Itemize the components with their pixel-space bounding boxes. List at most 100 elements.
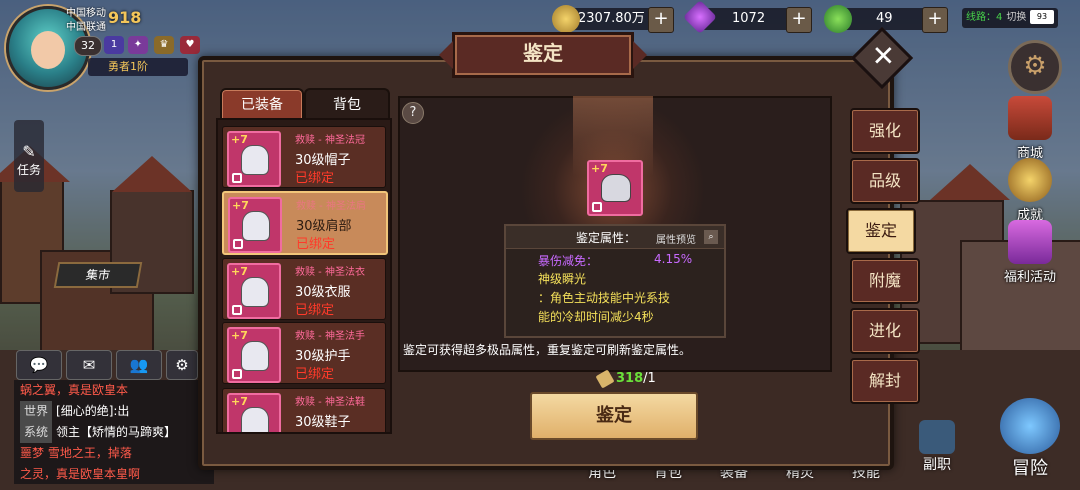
welfare-label: 福利活动 xyxy=(1003,270,1056,285)
menu-gear-icon[interactable]: ⚙ xyxy=(1008,40,1062,94)
equipment-list[interactable]: +7 救赎 - 神圣法冠 30级帽子 已绑定 +7 救赎 - 神圣法肩 30级肩… xyxy=(216,118,392,434)
rank-text: 勇者1阶 xyxy=(108,60,148,73)
attr-header: 鉴定属性： 属性预览 ⌕ xyxy=(506,226,724,249)
chat-text: 噩梦 雪地之王，掉落 xyxy=(20,446,132,460)
item-art xyxy=(241,341,269,371)
stamina-heart-icon xyxy=(824,5,852,33)
side-tab-unseal[interactable]: 解封 xyxy=(850,358,920,404)
skill-bonus: 神级瞬光 ：角色主动技能中光系技 能的冷却时间减少4秒 xyxy=(538,270,670,327)
item-art xyxy=(241,145,269,175)
route-label: 线路：4 xyxy=(966,12,1003,23)
list-item[interactable]: +7 救赎 - 神圣法手 30级护手 已绑定 xyxy=(222,322,386,384)
gift-box-icon xyxy=(1008,220,1052,264)
lock-icon xyxy=(232,173,242,183)
chat-text: 之灵，真是欧皇本皇啊 xyxy=(20,467,141,481)
add-gold-button[interactable]: + xyxy=(648,7,674,33)
lock-icon xyxy=(232,369,242,379)
shop-tent-icon xyxy=(1008,96,1052,140)
side-tab-enchant[interactable]: 附魔 xyxy=(850,258,920,304)
skill-desc-line-1: ：角色主动技能中光系技 xyxy=(538,291,671,305)
helmet-icon: +7 xyxy=(227,131,281,187)
stat-name: 暴伤减免： xyxy=(538,254,599,268)
task-button[interactable]: ✎ 任务 xyxy=(14,120,44,192)
enhance-level: +7 xyxy=(231,395,248,408)
item-bind-status: 已绑定 xyxy=(295,367,335,382)
cost-required: /1 xyxy=(643,371,656,386)
item-bind-status: 已绑定 xyxy=(296,237,336,252)
chat-line: 世界 [细心的绝]:出 xyxy=(14,401,214,422)
friends-icon[interactable]: 👥 xyxy=(116,350,162,380)
item-set-name: 救赎 - 神圣法冠 xyxy=(295,135,365,146)
item-bind-status: 已绑定 xyxy=(295,303,335,318)
side-tab-evolve[interactable]: 进化 xyxy=(850,308,920,354)
shoulder-armor-icon: +7 xyxy=(228,197,282,253)
item-name: 30级帽子 xyxy=(295,153,351,168)
adventure-button[interactable]: 冒险 xyxy=(990,398,1070,482)
stamina-display: 49 + xyxy=(824,5,948,33)
chat-line: 蜗之翼，真是欧皇本 xyxy=(14,380,214,401)
tab-equipped[interactable]: 已装备 xyxy=(220,88,304,120)
book-icon xyxy=(919,420,955,454)
chat-channel-tag: 世界 xyxy=(20,401,53,422)
add-gem-button[interactable]: + xyxy=(786,7,812,33)
crown-icon: ♛ xyxy=(154,36,174,54)
side-tab-appraise[interactable]: 鉴定 xyxy=(846,208,916,254)
carrier-label-1: 中国移动 xyxy=(66,8,106,19)
sub-profession-button[interactable]: 副职 xyxy=(912,420,962,474)
chat-panel[interactable]: 蜗之翼，真是欧皇本 世界 [细心的绝]:出 系统 领主【矫情的马蹄爽】 噩梦 雪地之… xyxy=(14,380,214,484)
item-set-name: 救赎 - 神圣法肩 xyxy=(296,201,366,212)
chat-text: [细心的绝]:出 xyxy=(56,404,130,418)
task-label: 任务 xyxy=(16,163,41,177)
side-tab-grade[interactable]: 品级 xyxy=(850,158,920,204)
add-stamina-button[interactable]: + xyxy=(922,7,948,33)
help-icon[interactable]: ? xyxy=(402,102,424,124)
chat-line: 之灵，真是欧皇本皇啊 xyxy=(14,464,214,485)
list-item[interactable]: +7 救赎 - 神圣法冠 30级帽子 已绑定 xyxy=(222,126,386,188)
stat-value: 4.15% xyxy=(654,252,693,266)
market-sign[interactable]: 集市 xyxy=(53,262,143,288)
chat-bubble-icon[interactable]: 💬 xyxy=(16,350,62,380)
sub-profession-label: 副职 xyxy=(923,457,951,473)
enhance-level: +7 xyxy=(232,199,249,212)
item-art xyxy=(241,407,269,432)
shop-button[interactable]: 商城 xyxy=(998,96,1062,161)
chat-line: 噩梦 雪地之王，掉落 xyxy=(14,443,214,464)
carrier-label-2: 中国联通 xyxy=(66,22,106,33)
boots-icon: +7 xyxy=(227,393,281,432)
appraise-attributes: 鉴定属性： 属性预览 ⌕ 暴伤减免： 4.15% 神级瞬光 ：角色主动技能中光系… xyxy=(504,224,726,338)
lock-icon xyxy=(233,239,243,249)
item-set-name: 救赎 - 神圣法鞋 xyxy=(295,397,365,408)
adventure-label: 冒险 xyxy=(1012,458,1048,479)
tab-bag[interactable]: 背包 xyxy=(304,88,390,120)
trophy-icon xyxy=(1008,158,1052,202)
side-tab-enhance[interactable]: 强化 xyxy=(850,108,920,154)
quill-icon: ✎ xyxy=(22,142,36,161)
gauntlet-icon: +7 xyxy=(227,327,281,383)
rank-label: 勇者1阶 xyxy=(88,58,188,76)
route-switch[interactable]: 切换 xyxy=(1006,12,1026,23)
appraise-button[interactable]: 鉴定 xyxy=(530,392,698,440)
heart-badge-icon: ♥ xyxy=(180,36,200,54)
selected-shoulder-armor-icon[interactable]: +7 xyxy=(587,160,643,216)
achievement-button[interactable]: 成就 xyxy=(998,158,1062,223)
mail-icon[interactable]: ✉ xyxy=(66,350,112,380)
attr-preview-button[interactable]: 属性预览 xyxy=(656,231,696,246)
chat-text: 领主【矫情的马蹄爽】 xyxy=(56,425,177,439)
settings-gear-icon[interactable]: ⚙ xyxy=(166,350,198,380)
rank-shield-icon: 1 xyxy=(104,36,124,54)
list-item[interactable]: +7 救赎 - 神圣法鞋 30级鞋子 xyxy=(222,388,386,432)
list-item[interactable]: +7 救赎 - 神圣法肩 30级肩部 已绑定 xyxy=(222,191,388,255)
appraise-info: 鉴定可获得超多极品属性，重复鉴定可刷新鉴定属性。 xyxy=(403,343,692,357)
welfare-button[interactable]: 福利活动 xyxy=(998,220,1062,285)
battery-indicator: 93 xyxy=(1030,10,1054,24)
cost-owned: 318 xyxy=(616,371,644,386)
item-name: 30级护手 xyxy=(295,349,351,364)
item-art xyxy=(242,211,270,241)
magnifier-icon[interactable]: ⌕ xyxy=(704,230,718,244)
chat-text: 蜗之翼，真是欧皇本 xyxy=(20,383,129,397)
item-set-name: 救赎 - 神圣法手 xyxy=(295,331,365,342)
attr-title: 鉴定属性： xyxy=(576,231,637,245)
gold-amount: 2307.80万 xyxy=(578,11,645,26)
item-set-name: 救赎 - 神圣法衣 xyxy=(295,267,365,278)
list-item[interactable]: +7 救赎 - 神圣法衣 30级衣服 已绑定 xyxy=(222,258,386,320)
